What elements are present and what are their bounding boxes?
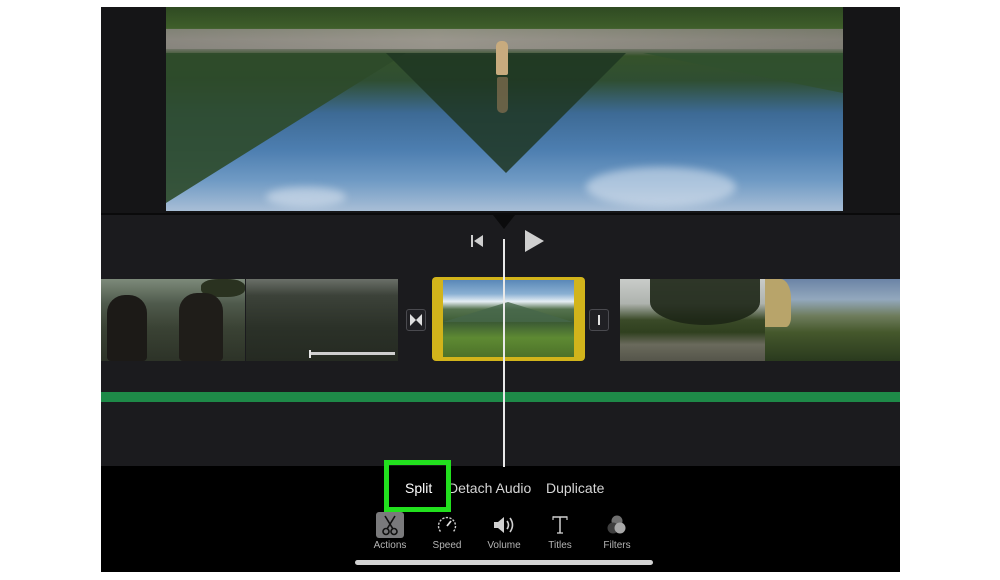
- timeline-clip-cliff[interactable]: [765, 279, 900, 361]
- clip-trim-handle[interactable]: [309, 350, 311, 358]
- scissors-icon: [376, 512, 404, 538]
- tab-label: Speed: [432, 540, 462, 551]
- tab-titles[interactable]: Titles: [532, 512, 588, 556]
- timeline-clip-field[interactable]: [620, 279, 766, 361]
- tab-volume[interactable]: Volume: [476, 512, 532, 556]
- detach-audio-button[interactable]: Detach Audio: [448, 480, 531, 496]
- skip-to-start-button[interactable]: [468, 232, 486, 250]
- tab-label: Volume: [487, 540, 521, 551]
- split-button[interactable]: Split: [405, 480, 432, 496]
- clip-thumb-detail: [443, 302, 573, 322]
- skip-to-start-icon: [471, 235, 483, 247]
- transition-button-1[interactable]: [406, 309, 426, 331]
- transition-button-2[interactable]: [589, 309, 609, 331]
- clip-thumb-detail: [650, 279, 760, 325]
- imovie-app: Split Detach Audio Duplicate Actions Spe…: [101, 7, 900, 572]
- cloud-reflection: [266, 187, 346, 207]
- duplicate-button[interactable]: Duplicate: [546, 480, 604, 496]
- audio-track[interactable]: [101, 392, 900, 402]
- reflection-right: [643, 53, 843, 93]
- inspector-toolbar: Split Detach Audio Duplicate Actions Spe…: [101, 460, 900, 572]
- play-icon: [525, 230, 544, 252]
- tab-speed[interactable]: Speed: [419, 512, 475, 556]
- video-preview[interactable]: [166, 7, 843, 211]
- tab-label: Actions: [373, 540, 407, 551]
- speedometer-icon: [433, 512, 461, 538]
- cloud-reflection: [586, 167, 736, 207]
- timeline[interactable]: [101, 213, 900, 467]
- tab-label: Filters: [603, 540, 631, 551]
- filters-circles-icon: [603, 512, 631, 538]
- playhead-notch: [493, 215, 515, 229]
- video-viewer: [101, 7, 900, 213]
- person-figure: [496, 41, 508, 75]
- home-indicator[interactable]: [355, 560, 653, 565]
- clip-thumb-detail: [765, 279, 791, 327]
- selected-clip-thumbnail: [443, 280, 574, 357]
- action-row: Split Detach Audio Duplicate: [101, 460, 900, 512]
- reflection-left: [166, 53, 406, 203]
- tab-label: Titles: [548, 540, 572, 551]
- inspector-tabs: Actions Speed Volume Titles Filters: [369, 512, 639, 556]
- clip-trim-bar: [309, 352, 395, 355]
- play-button[interactable]: [522, 228, 546, 254]
- clip-thumb-detail: [179, 293, 223, 361]
- clip-thumb-detail: [107, 295, 147, 361]
- cross-dissolve-transition-icon: [410, 314, 422, 326]
- tab-actions[interactable]: Actions: [362, 512, 418, 556]
- person-reflection: [497, 77, 508, 113]
- speaker-icon: [490, 512, 518, 538]
- no-transition-icon: [598, 315, 600, 325]
- timeline-clip-forest[interactable]: [246, 279, 398, 361]
- timeline-clip-selected[interactable]: [432, 277, 585, 361]
- playhead[interactable]: [503, 239, 505, 467]
- timeline-clip-hikers[interactable]: [101, 279, 245, 361]
- text-t-icon: [546, 512, 574, 538]
- tab-filters[interactable]: Filters: [589, 512, 645, 556]
